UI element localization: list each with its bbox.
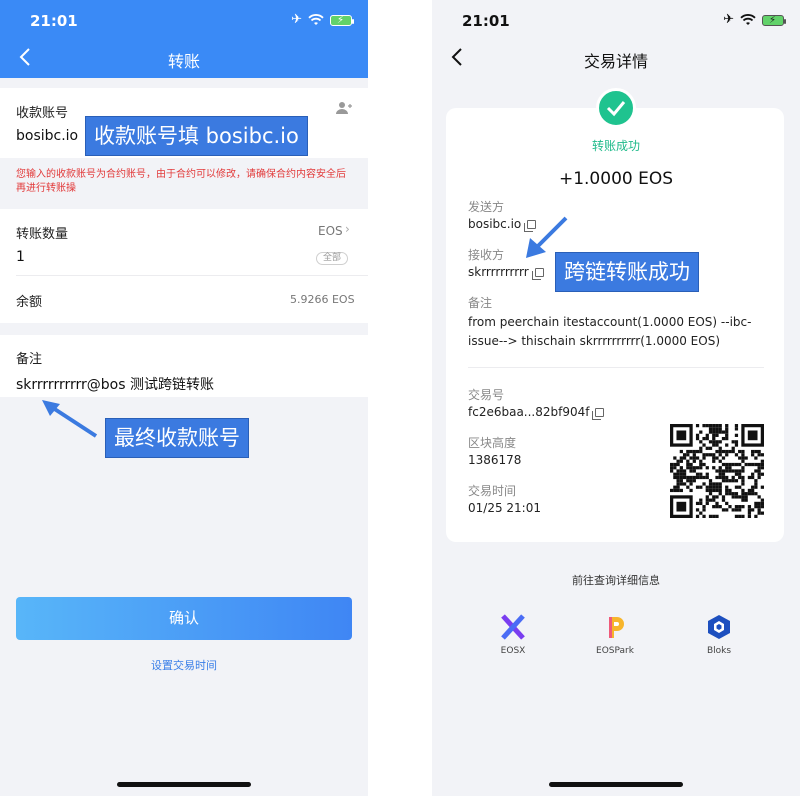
- status-time: 21:01: [30, 12, 78, 30]
- txid-label: 交易号: [468, 388, 505, 402]
- amount-input[interactable]: 1: [16, 249, 25, 265]
- copy-icon[interactable]: [592, 408, 605, 420]
- eospark-logo-icon: [609, 617, 624, 638]
- divider: [16, 275, 368, 276]
- receiver-value: skrrrrrrrrrr: [468, 265, 544, 280]
- chevron-right-icon[interactable]: ›: [345, 222, 350, 236]
- tx-time-label: 交易时间: [468, 484, 517, 498]
- memo-value: from peerchain itestaccount(1.0000 EOS) …: [468, 315, 752, 348]
- airplane-icon: ✈: [291, 12, 302, 27]
- transfer-header: 21:01 ✈ ⚡ 转账: [0, 0, 368, 78]
- confirm-button[interactable]: 确认: [16, 597, 352, 640]
- balance-label: 余额: [16, 295, 43, 310]
- transaction-amount: +1.0000 EOS: [558, 169, 674, 189]
- annotation-final-account: 最终收款账号: [105, 418, 249, 458]
- page-title: 转账: [167, 52, 200, 71]
- receiver-input[interactable]: bosibc.io: [16, 128, 78, 144]
- wifi-icon: [740, 14, 756, 25]
- contract-warning: 您输入的收款账号为合约账号，由于合约可以修改，请确保合约内容安全后再进行转账操: [16, 169, 346, 194]
- all-button[interactable]: 全部: [316, 252, 349, 265]
- battery-icon: ⚡: [762, 14, 786, 26]
- memo-input[interactable]: skrrrrrrrrrr@bos 测试跨链转账: [16, 374, 214, 394]
- copy-icon[interactable]: [531, 268, 544, 280]
- explorer-eosx[interactable]: EOSX: [478, 614, 548, 656]
- tx-time-value: 01/25 21:01: [468, 501, 541, 515]
- eosx-logo-icon: [501, 614, 525, 640]
- success-status: 转账成功: [591, 139, 640, 153]
- status-bar: 21:01 ✈ ⚡: [432, 0, 800, 40]
- status-time: 21:01: [462, 12, 510, 30]
- battery-icon: ⚡: [330, 14, 354, 26]
- wifi-icon: [308, 14, 324, 25]
- amount-section: 转账数量 EOS › 1 全部 余额 5.9266 EOS: [0, 209, 368, 323]
- memo-label: 备注: [16, 352, 43, 367]
- arrow-annotation-icon: [42, 400, 98, 438]
- annotation-receiver: 收款账号填 bosibc.io: [85, 116, 308, 156]
- bloks-logo-icon: [708, 615, 730, 639]
- status-bar: 21:01 ✈ ⚡: [0, 0, 368, 40]
- sender-label: 发送方: [468, 200, 505, 214]
- memo-section: 备注 skrrrrrrrrrr@bos 测试跨链转账: [0, 335, 368, 397]
- success-check-icon: [596, 88, 636, 128]
- transfer-screen: 21:01 ✈ ⚡ 转账 收款账号 bosibc.io 收款账号填 bosibc…: [0, 0, 368, 796]
- block-height-value: 1386178: [468, 453, 522, 467]
- qr-code[interactable]: [670, 424, 764, 518]
- txid-value: fc2e6baa...82bf904f: [468, 405, 605, 420]
- home-indicator[interactable]: [117, 782, 251, 787]
- page-title: 交易详情: [583, 52, 648, 71]
- set-time-link[interactable]: 设置交易时间: [0, 657, 368, 673]
- home-indicator[interactable]: [549, 782, 683, 787]
- explorer-bloks[interactable]: Bloks: [684, 614, 754, 656]
- contact-icon[interactable]: [336, 101, 352, 115]
- balance-value: 5.9266 EOS: [290, 293, 355, 306]
- amount-label: 转账数量: [16, 227, 69, 242]
- memo-label: 备注: [468, 296, 493, 310]
- divider: [468, 367, 764, 368]
- block-height-label: 区块高度: [468, 436, 517, 450]
- airplane-icon: ✈: [723, 12, 734, 27]
- explorer-title: 前往查询详细信息: [572, 574, 660, 587]
- explorer-eospark[interactable]: EOSPark: [580, 614, 650, 656]
- receiver-label: 接收方: [468, 248, 505, 262]
- receiver-label: 收款账号: [16, 106, 69, 121]
- transaction-detail-screen: 21:01 ✈ ⚡ 交易详情 转账成功 +1.0000 EOS 发送方 bosi…: [432, 0, 800, 796]
- token-selector[interactable]: EOS: [318, 224, 343, 238]
- annotation-success: 跨链转账成功: [555, 252, 699, 292]
